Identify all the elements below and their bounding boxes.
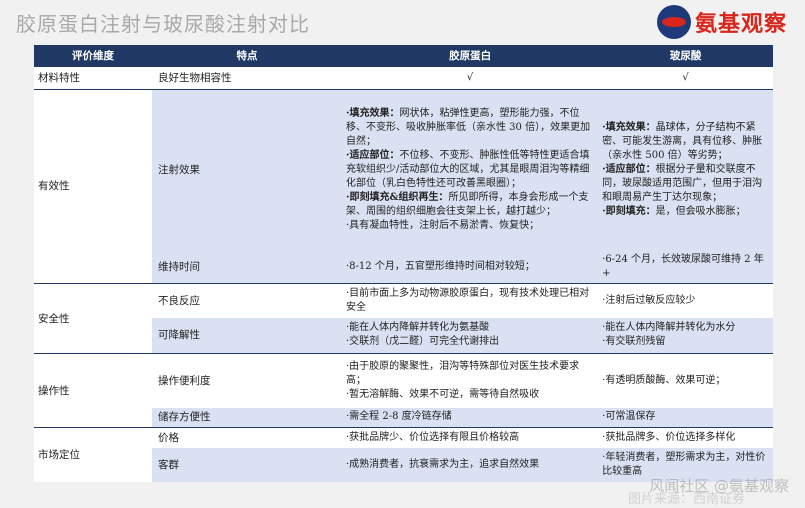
collagen-biocompat: √ xyxy=(342,67,599,89)
comparison-table: 评价维度 特点 胶原蛋白 玻尿酸 材料特性 良好生物相容性 √ √ 有效性 注射… xyxy=(34,45,773,482)
collagen-adverse: ·目前市面上多为动物源胶原蛋白，现有技术处理已相对安全 xyxy=(342,283,599,318)
dim-operation: 操作性 xyxy=(34,353,152,428)
table-row: 安全性 不良反应 ·目前市面上多为动物源胶原蛋白，现有技术处理已相对安全 ·注射… xyxy=(34,283,773,354)
text: ·能在人体内降解并转化为水分 xyxy=(602,322,736,334)
text: ·由于胶原的聚聚性，泪沟等特殊部位对医生技术要求高； xyxy=(346,360,580,386)
collagen-customer: ·成熟消费者，抗衰需求为主，追求自然效果 xyxy=(342,447,599,482)
header-hyaluronic: 玻尿酸 xyxy=(598,45,773,67)
dim-safety: 安全性 xyxy=(34,283,152,354)
label: ·适应部位： xyxy=(346,150,400,162)
attr-customer: 客群 xyxy=(152,447,342,482)
text: ·具有凝血特性，注射后不易淤青、恢复快； xyxy=(346,220,540,232)
dim-efficacy: 有效性 xyxy=(34,88,152,284)
ha-degradable: ·能在人体内降解并转化为水分 ·有交联剂残留 xyxy=(598,317,773,354)
table-row: 有效性 注射效果 ·填充效果：网状体，粘弹性更高，塑形能力强，不位移、不变形、吸… xyxy=(34,88,773,284)
collagen-storage: ·需全程 2-8 度冷链存储 xyxy=(342,407,599,428)
attr-injection-effect: 注射效果 xyxy=(152,88,342,251)
logo-text: 氨基观察 xyxy=(694,12,787,37)
attr-adverse: 不良反应 xyxy=(152,283,342,318)
logo-mark-icon xyxy=(656,5,691,39)
label: ·即刻填充&组织再生： xyxy=(346,192,449,204)
brand-logo: 氨基观察 xyxy=(656,4,787,40)
page-title: 胶原蛋白注射与玻尿酸注射对比 xyxy=(16,12,310,36)
ha-adverse: ·注射后过敏反应较少 xyxy=(598,283,773,318)
ha-price: ·获批品牌多、价位选择多样化 xyxy=(598,427,773,448)
attr-biocompat: 良好生物相容性 xyxy=(152,67,342,89)
text: ·有交联剂残留 xyxy=(602,336,666,348)
ha-storage: ·可常温保存 xyxy=(598,407,773,428)
label: ·填充效果： xyxy=(602,122,656,134)
attr-convenience: 操作便利度 xyxy=(152,353,342,408)
header-collagen: 胶原蛋白 xyxy=(342,45,599,67)
text: ·暂无溶解酶、效果不可逆，需等待自然吸收 xyxy=(346,388,540,400)
text: ·能在人体内降解并转化为氨基酸 xyxy=(346,322,490,334)
label: ·填充效果： xyxy=(346,108,400,120)
header-feature: 特点 xyxy=(152,45,342,67)
attr-storage: 储存方便性 xyxy=(152,407,342,428)
header-dimension: 评价维度 xyxy=(34,45,152,67)
collagen-price: ·获批品牌少、价位选择有限且价格较高 xyxy=(342,427,599,448)
attr-duration: 维持时间 xyxy=(152,251,342,284)
collagen-degradable: ·能在人体内降解并转化为氨基酸 ·交联剂（戊二醛）可完全代谢排出 xyxy=(342,317,599,354)
ha-duration: ·6-24 个月，长效玻尿酸可维持 2 年+ xyxy=(598,251,773,284)
table-row: 操作性 操作便利度 ·由于胶原的聚聚性，泪沟等特殊部位对医生技术要求高； ·暂无… xyxy=(34,353,773,428)
collagen-convenience: ·由于胶原的聚聚性，泪沟等特殊部位对医生技术要求高； ·暂无溶解酶、效果不可逆，… xyxy=(342,353,599,408)
collagen-injection-effect: ·填充效果：网状体，粘弹性更高，塑形能力强，不位移、不变形、吸收肿胀率低（亲水性… xyxy=(342,88,599,251)
table-row: 市场定位 价格 ·获批品牌少、价位选择有限且价格较高 ·获批品牌多、价位选择多样… xyxy=(34,427,773,482)
watermark-source: 图片来源：西南证券 xyxy=(627,492,745,507)
label: ·适应部位： xyxy=(602,164,656,176)
label: ·即刻填充： xyxy=(602,206,656,218)
collagen-duration: ·8-12 个月，五官塑形维持时间相对较短； xyxy=(342,251,599,284)
ha-biocompat: √ xyxy=(598,67,773,89)
attr-degradable: 可降解性 xyxy=(152,317,342,354)
ha-injection-effect: ·填充效果：晶球体，分子结构不紧密、可能发生游离，具有位移、肿胀（亲水性 500… xyxy=(598,88,773,251)
ha-convenience: ·有透明质酸酶、效果可逆； xyxy=(598,353,773,408)
text: ·交联剂（戊二醛）可完全代谢排出 xyxy=(346,336,500,348)
dim-material: 材料特性 xyxy=(34,67,152,89)
table-row: 材料特性 良好生物相容性 √ √ xyxy=(34,67,773,89)
dim-market: 市场定位 xyxy=(34,427,152,482)
text: 是，但会吸水膨胀； xyxy=(655,206,746,218)
attr-price: 价格 xyxy=(152,427,342,448)
